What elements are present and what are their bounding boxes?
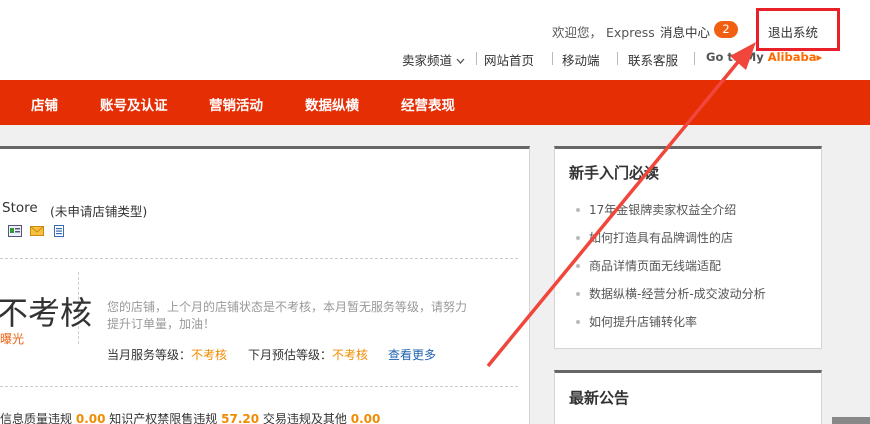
contact-service-link[interactable]: 联系客服 (628, 50, 678, 69)
store-panel (0, 146, 530, 424)
message-center-link[interactable]: 消息中心 (660, 22, 710, 41)
exposure-label: 曝光 (0, 332, 25, 346)
divider (694, 52, 695, 65)
violation-value: 57.20 (221, 412, 260, 424)
alibaba-logo: Alibaba (767, 50, 817, 64)
current-level-label: 当月服务等级： (107, 348, 192, 362)
nav-data[interactable]: 数据纵横 (305, 94, 359, 114)
guide-title: 新手入门必读 (569, 164, 660, 182)
goto-prefix: Go to My (706, 50, 768, 64)
next-level-value: 不考核 (332, 348, 369, 362)
mail-icon[interactable] (30, 225, 44, 237)
current-level: 当月服务等级：不考核 (107, 346, 227, 363)
divider (552, 52, 553, 65)
status-description: 您的店铺，上个月的店铺状态是不考核，本月暂无服务等级，请努力提升订单量，加油！ (107, 300, 468, 331)
service-status: 不考核 (0, 294, 93, 332)
nav-performance[interactable]: 经营表现 (401, 94, 455, 114)
document-icon[interactable] (52, 225, 66, 237)
nav-marketing[interactable]: 营销活动 (209, 94, 263, 114)
guide-link[interactable]: 17年金银牌卖家权益全介绍 (589, 201, 736, 218)
store-type: (未申请店铺类型) (50, 204, 148, 219)
logout-link[interactable]: 退出系统 (768, 22, 818, 41)
divider (617, 52, 618, 65)
goto-my-alibaba-link[interactable]: Go to My Alibaba▸ (706, 50, 822, 64)
bullet (576, 236, 580, 240)
nav-store[interactable]: 店铺 (31, 94, 58, 114)
current-level-value: 不考核 (191, 348, 228, 362)
violation-label: 交易违规及其他 (262, 412, 347, 424)
violation-summary: 信息质量违规 0.00 知识产权禁限售违规 57.20 交易违规及其他 0.00 (0, 410, 380, 424)
violation-value: 0.00 (350, 412, 381, 424)
guide-link[interactable]: 数据纵横-经营分析-成交波动分析 (589, 285, 766, 302)
top-bar: 欢迎您， Express 消息中心 2 退出系统 卖家频道 网站首页 移动端 联… (0, 0, 870, 80)
main-nav: 店铺 账号及认证 营销活动 数据纵横 经营表现 (0, 80, 870, 125)
chevron-down-icon (456, 58, 465, 64)
bullet (576, 264, 580, 268)
guide-link[interactable]: 如何提升店铺转化率 (589, 313, 697, 330)
message-count-badge[interactable]: 2 (714, 21, 738, 38)
divider (476, 52, 477, 65)
violation-label: 知识产权禁限售违规 (109, 412, 218, 424)
mobile-link[interactable]: 移动端 (562, 50, 600, 69)
divider (0, 386, 518, 387)
store-name: Store (2, 200, 38, 216)
bullet (576, 292, 580, 296)
violation-value: 0.00 (75, 412, 106, 424)
divider (0, 258, 518, 259)
seller-channel-label: 卖家频道 (402, 53, 453, 68)
guide-link[interactable]: 商品详情页面无线端适配 (589, 257, 721, 274)
bullet (576, 208, 580, 212)
next-level: 下月预估等级：不考核 (248, 346, 368, 363)
nav-account[interactable]: 账号及认证 (100, 94, 168, 114)
scrollbar-thumb[interactable] (832, 417, 870, 424)
id-card-icon[interactable] (8, 225, 22, 237)
seller-channel-dropdown[interactable]: 卖家频道 (402, 50, 465, 69)
caret-right-icon: ▸ (816, 50, 823, 64)
violation-label: 信息质量违规 (0, 412, 73, 424)
notice-title: 最新公告 (569, 389, 630, 407)
view-more-link[interactable]: 查看更多 (388, 346, 436, 363)
next-level-label: 下月预估等级： (248, 348, 333, 362)
home-link[interactable]: 网站首页 (484, 50, 534, 69)
welcome-text: 欢迎您， Express (552, 25, 655, 40)
guide-link[interactable]: 如何打造具有品牌调性的店 (589, 229, 733, 246)
bullet (576, 320, 580, 324)
